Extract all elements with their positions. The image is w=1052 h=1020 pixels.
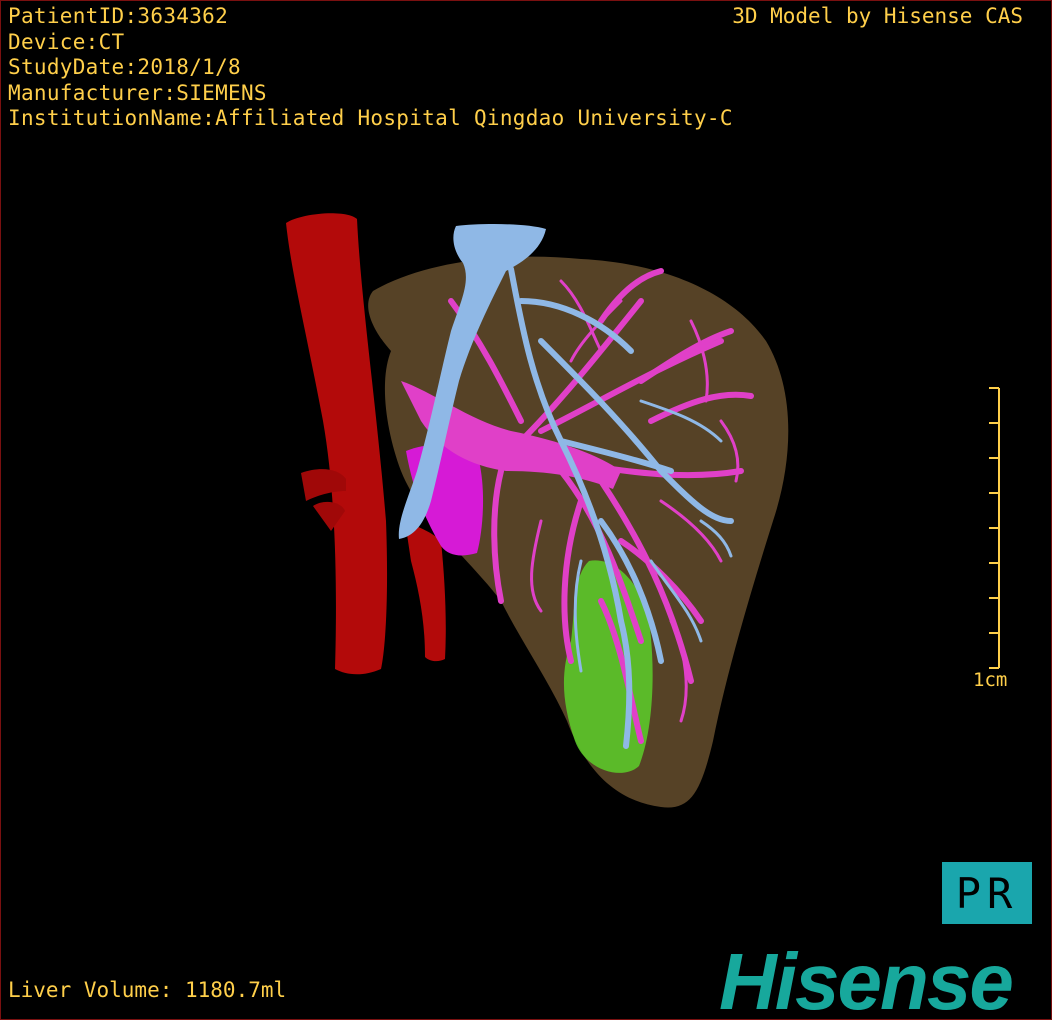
institution-name: InstitutionName:Affiliated Hospital Qing… bbox=[8, 106, 733, 130]
study-date: StudyDate:2018/1/8 bbox=[8, 55, 241, 79]
aorta bbox=[286, 213, 388, 675]
manufacturer: Manufacturer:SIEMENS bbox=[8, 80, 267, 105]
scale-bar-label: 1cm bbox=[973, 669, 1008, 691]
orientation-indicator[interactable]: PR bbox=[942, 862, 1032, 924]
scale-bar bbox=[989, 387, 1000, 669]
liver-3d-model[interactable] bbox=[1, 1, 1051, 1019]
liver-volume: Liver Volume: 1180.7ml bbox=[8, 978, 287, 1002]
patient-info-overlay: PatientID:3634362 Device:CT StudyDate:20… bbox=[8, 4, 733, 132]
patient-id: PatientID:3634362 bbox=[8, 4, 229, 28]
device: Device:CT bbox=[8, 29, 125, 54]
model-credit: 3D Model by Hisense CAS bbox=[732, 4, 1023, 28]
hisense-logo: Hisense bbox=[719, 937, 1014, 1020]
3d-viewport[interactable]: PatientID:3634362 Device:CT StudyDate:20… bbox=[0, 0, 1052, 1020]
